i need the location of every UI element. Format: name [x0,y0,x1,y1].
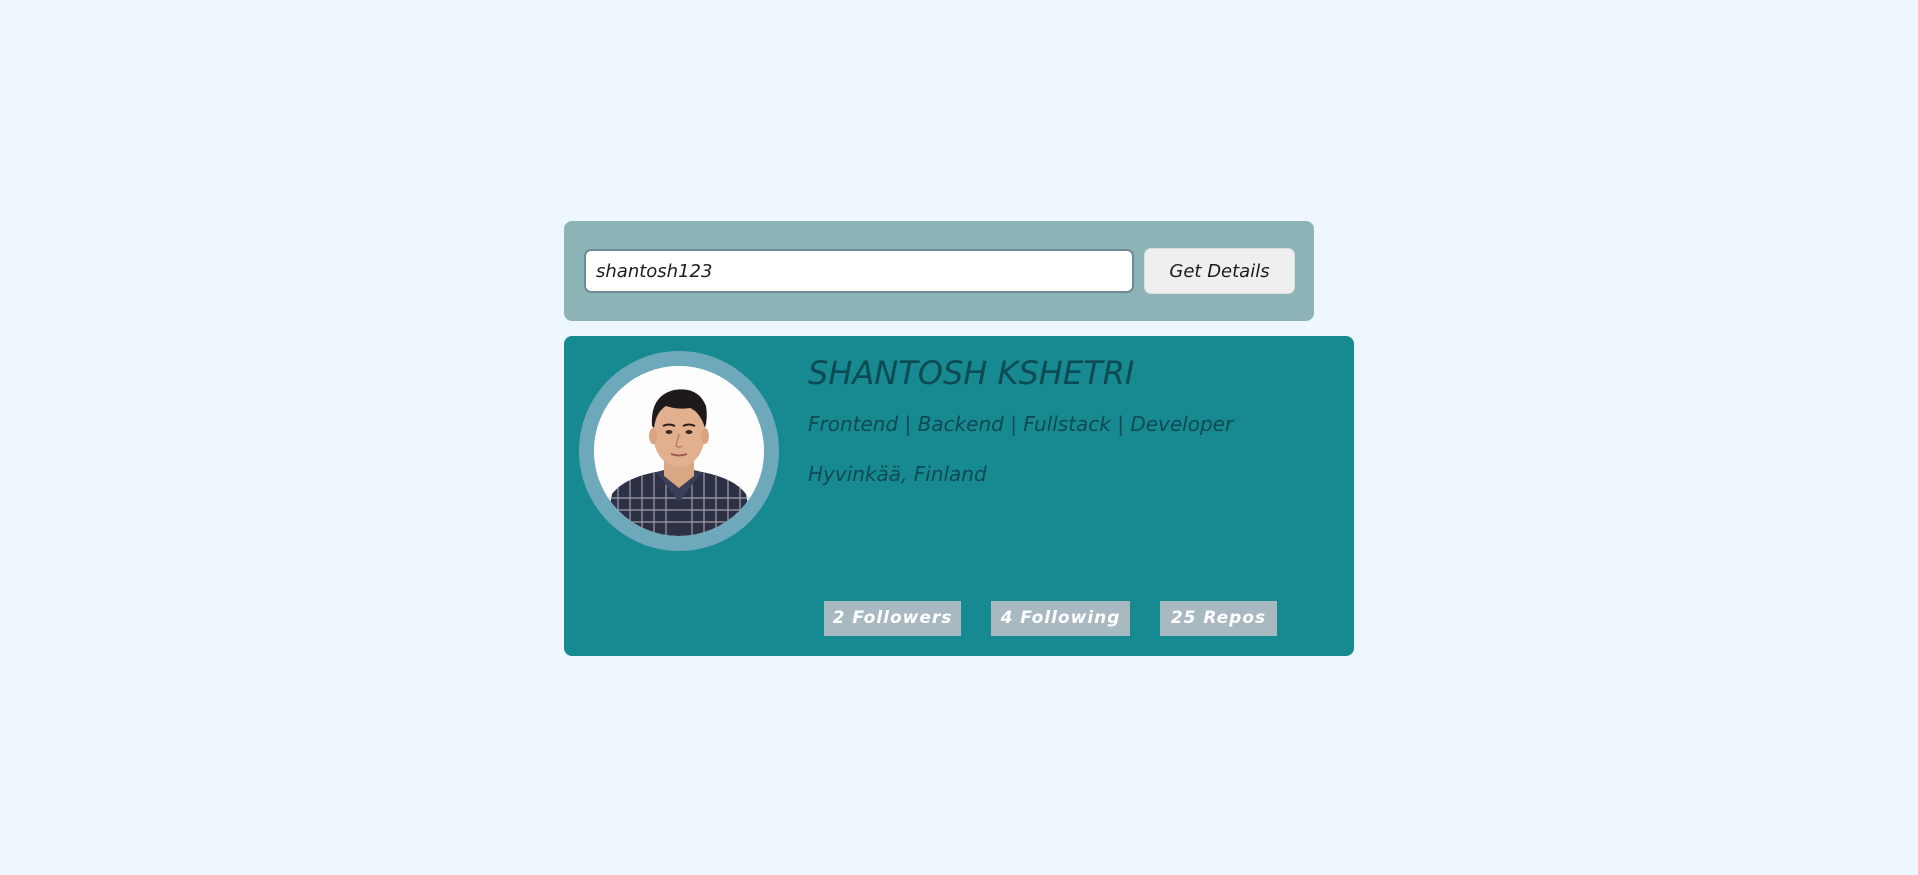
followers-badge: 2 Followers [824,601,961,636]
avatar-ring [579,351,779,551]
repos-badge: 25 Repos [1160,601,1277,636]
search-panel: Get Details [564,221,1314,321]
profile-bio: Frontend | Backend | Fullstack | Develop… [808,412,1234,436]
profile-card: SHANTOSH KSHETRI Frontend | Backend | Fu… [564,336,1354,656]
user-photo-icon [594,366,764,536]
username-search-input[interactable] [584,249,1134,293]
following-badge: 4 Following [991,601,1130,636]
get-details-button[interactable]: Get Details [1144,248,1295,294]
profile-location: Hyvinkää, Finland [808,462,987,486]
avatar [594,366,764,536]
profile-name: SHANTOSH KSHETRI [808,354,1135,392]
